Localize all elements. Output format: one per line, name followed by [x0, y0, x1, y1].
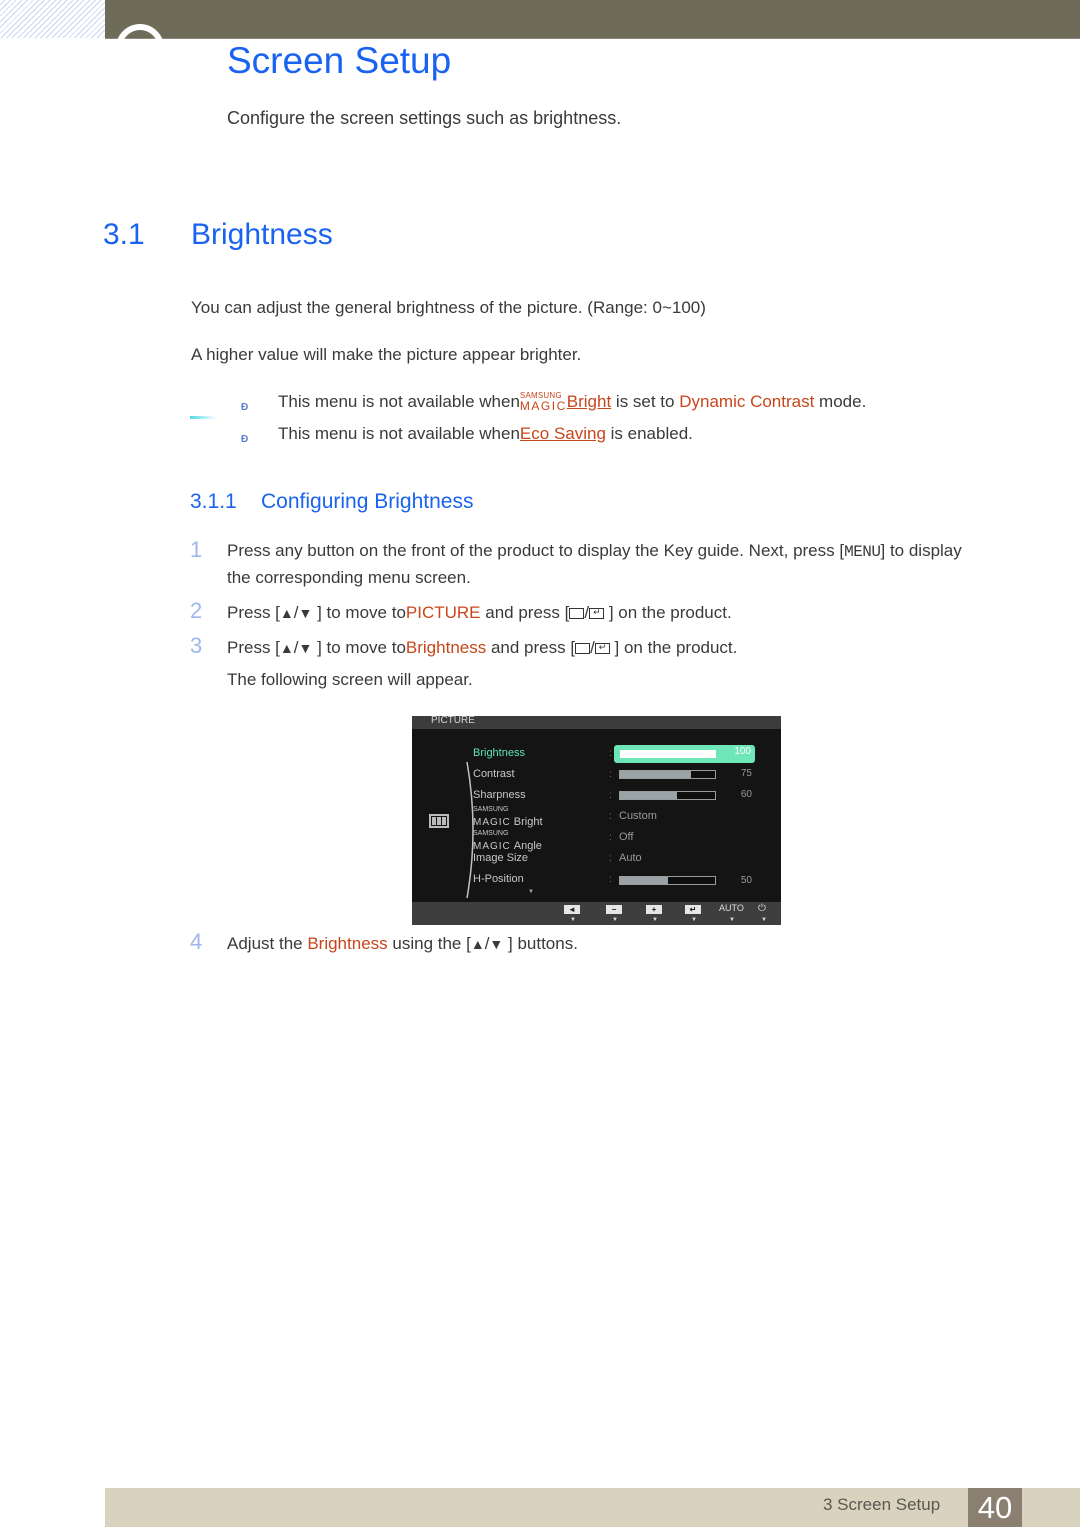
enter-icon[interactable]: ↵ [685, 905, 701, 914]
h-position-slider[interactable] [619, 876, 716, 885]
image-size-value: Auto [619, 852, 642, 864]
plus-icon[interactable]: + [646, 905, 662, 914]
minus-icon[interactable]: − [606, 905, 622, 914]
step-1-text-line2: the corresponding menu screen. [227, 568, 471, 587]
osd-header: PICTURE [412, 715, 781, 729]
paragraph-higher: A higher value will make the picture app… [191, 345, 582, 364]
osd-brightness-highlight[interactable]: 100 [614, 745, 755, 763]
up-arrow-icon: ▲ [279, 605, 294, 621]
section-title: Brightness [191, 218, 333, 251]
chapter-title: Screen Setup [227, 40, 452, 81]
header-bar [105, 0, 1080, 39]
osd-picture-menu: PICTURE 100 Brightness : Contrast : 75 S… [412, 715, 781, 925]
up-arrow-icon: ▲ [470, 936, 485, 952]
osd-item-magic-bright[interactable]: SAMSUNG MAGIC Bright [473, 806, 543, 829]
osd-item-magic-angle[interactable]: SAMSUNG MAGIC Angle [473, 830, 542, 853]
osd-title: PICTURE [431, 715, 475, 726]
osd-item-h-position[interactable]: H-Position [473, 873, 524, 885]
step-1-number: 1 [190, 537, 203, 562]
step-3-number: 3 [190, 633, 203, 658]
h-position-value: 50 [740, 875, 752, 886]
picture-menu-icon [429, 814, 449, 828]
auto-button[interactable]: AUTO [719, 903, 744, 913]
osd-item-image-size[interactable]: Image Size [473, 852, 528, 864]
osd-item-contrast[interactable]: Contrast [473, 768, 515, 780]
down-arrow-icon: ▼ [298, 605, 313, 621]
note-2: This menu is not available whenEco Savin… [278, 424, 693, 443]
step-2-text: Press [▲/▼ ] to move toPICTURE and press… [227, 603, 732, 623]
source-key-icon [575, 643, 591, 654]
picture-menu-ref: PICTURE [405, 603, 481, 622]
left-arrow-icon[interactable]: ◄ [564, 905, 580, 914]
step-4-text: Adjust the Brightness using the [▲/▼ ] b… [227, 934, 578, 953]
brightness-slider[interactable] [620, 750, 716, 758]
paragraph-range: You can adjust the general brightness of… [191, 298, 706, 317]
down-arrow-icon: ▼ [298, 640, 313, 656]
samsung-magic-logo: SAMSUNG MAGIC [519, 391, 567, 413]
note-bullet-2: Đ [241, 434, 249, 445]
chapter-subtitle: Configure the screen settings such as br… [227, 108, 622, 128]
up-arrow-icon: ▲ [279, 640, 294, 656]
source-key-icon [569, 608, 585, 619]
note-marker-icon [190, 416, 216, 419]
header-hatch-decoration [0, 0, 105, 38]
brightness-ref: Brightness [307, 934, 388, 953]
subsection-number: 3.1.1 [190, 490, 237, 513]
osd-item-sharpness[interactable]: Sharpness [473, 789, 526, 801]
contrast-value: 75 [740, 768, 752, 779]
menu-key: MENU [844, 543, 881, 561]
step-3-text: Press [▲/▼ ] to move toBrightness and pr… [227, 638, 737, 658]
dynamic-contrast-link[interactable]: Dynamic Contrast [679, 392, 814, 411]
power-icon[interactable]: ⏻ [758, 903, 766, 914]
page-number: 40 [968, 1488, 1022, 1527]
osd-key-guide: ◄ ▼ − ▼ + ▼ ↵ ▼ AUTO ▼ ⏻ ▼ [412, 902, 781, 925]
magic-bright-value: Custom [619, 810, 657, 822]
osd-item-brightness[interactable]: Brightness [473, 747, 525, 759]
step-4-number: 4 [190, 929, 203, 954]
step-2-number: 2 [190, 598, 203, 623]
step-3-after: The following screen will appear. [227, 670, 473, 689]
brightness-value: 100 [734, 746, 751, 757]
magic-bright-link[interactable]: Bright [567, 392, 611, 411]
note-1-prefix: This menu is not available when [278, 392, 520, 411]
enter-key-icon [589, 607, 605, 619]
magic-angle-value: Off [619, 831, 634, 843]
footer-chapter-label: 3 Screen Setup [823, 1495, 941, 1514]
note-bullet-1: Đ [241, 402, 249, 413]
subsection-title: Configuring Brightness [261, 490, 474, 513]
more-items-indicator-icon: ▼ [528, 889, 534, 895]
eco-saving-link[interactable]: Eco Saving [520, 424, 606, 443]
contrast-slider[interactable] [619, 770, 716, 779]
down-arrow-icon: ▼ [489, 936, 504, 952]
section-number: 3.1 [103, 218, 145, 251]
chapter-circle-icon [116, 24, 164, 41]
step-1-text: Press any button on the front of the pro… [227, 541, 962, 561]
note-1: This menu is not available when SAMSUNG MA… [278, 391, 867, 413]
sharpness-slider[interactable] [619, 791, 716, 800]
enter-key-icon [594, 642, 610, 654]
brightness-menu-ref: Brightness [405, 638, 487, 657]
sharpness-value: 60 [740, 789, 752, 800]
